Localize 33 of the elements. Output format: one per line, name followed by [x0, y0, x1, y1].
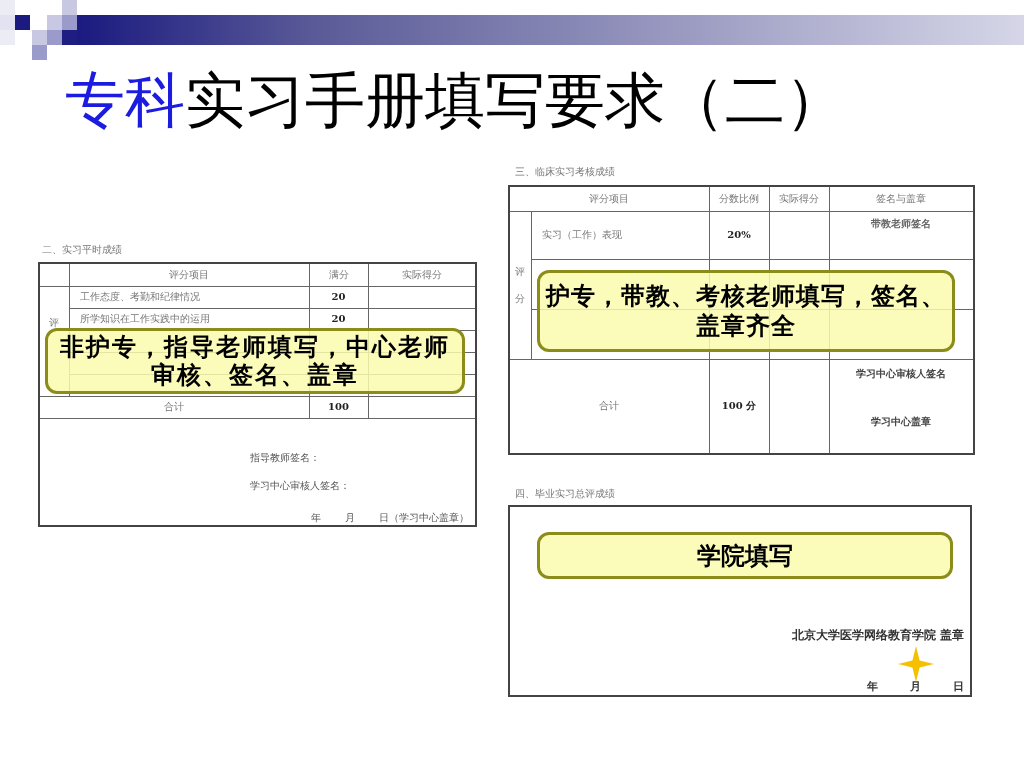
signature-label: 学习中心盖章	[871, 415, 932, 428]
date-label: 日（学习中心盖章）	[379, 511, 469, 524]
signature-label: 带教老师签名	[871, 217, 932, 230]
form-heading: 二、实习平时成绩	[42, 243, 123, 257]
sparkle-icon	[898, 646, 934, 682]
column-header: 分数比例	[709, 186, 769, 211]
callout-note: 非护专，指导老师填写，中心老师 审核、签名、盖章	[45, 328, 465, 394]
side-label: 评	[49, 315, 60, 330]
stamp-label: 北京大学医学网络教育学院 盖章	[791, 628, 964, 642]
table-cell: 20%	[709, 211, 769, 259]
side-label: 评分	[515, 265, 526, 306]
column-header: 满分	[309, 263, 368, 286]
date-label: 年	[867, 680, 878, 693]
table-cell: 实习（工作）表现	[531, 211, 709, 259]
table-cell: 合计	[39, 396, 309, 418]
column-header: 评分项目	[69, 263, 309, 286]
column-header: 评分项目	[509, 186, 709, 211]
table-cell: 工作态度、考勤和纪律情况	[69, 286, 309, 308]
form-heading: 三、临床实习考核成绩	[515, 165, 616, 179]
signature-label: 学习中心审核人签名	[856, 367, 947, 380]
signature-label: 学习中心审核人签名：	[250, 479, 350, 492]
slide-title: 专科实习手册填写要求（二）	[65, 70, 846, 130]
date-label: 日	[953, 680, 964, 693]
table-cell: 100	[309, 396, 368, 418]
table-cell: 20	[309, 286, 368, 308]
date-label: 年	[311, 511, 321, 524]
form-heading: 四、毕业实习总评成绩	[515, 487, 616, 501]
column-header: 实际得分	[769, 186, 829, 211]
signature-label: 指导教师签名：	[250, 451, 320, 464]
date-label: 月	[910, 680, 921, 693]
callout-note: 学院填写	[537, 532, 953, 579]
callout-note: 护专，带教、考核老师填写，签名、 盖章齐全	[537, 270, 955, 352]
date-label: 月	[345, 511, 355, 524]
